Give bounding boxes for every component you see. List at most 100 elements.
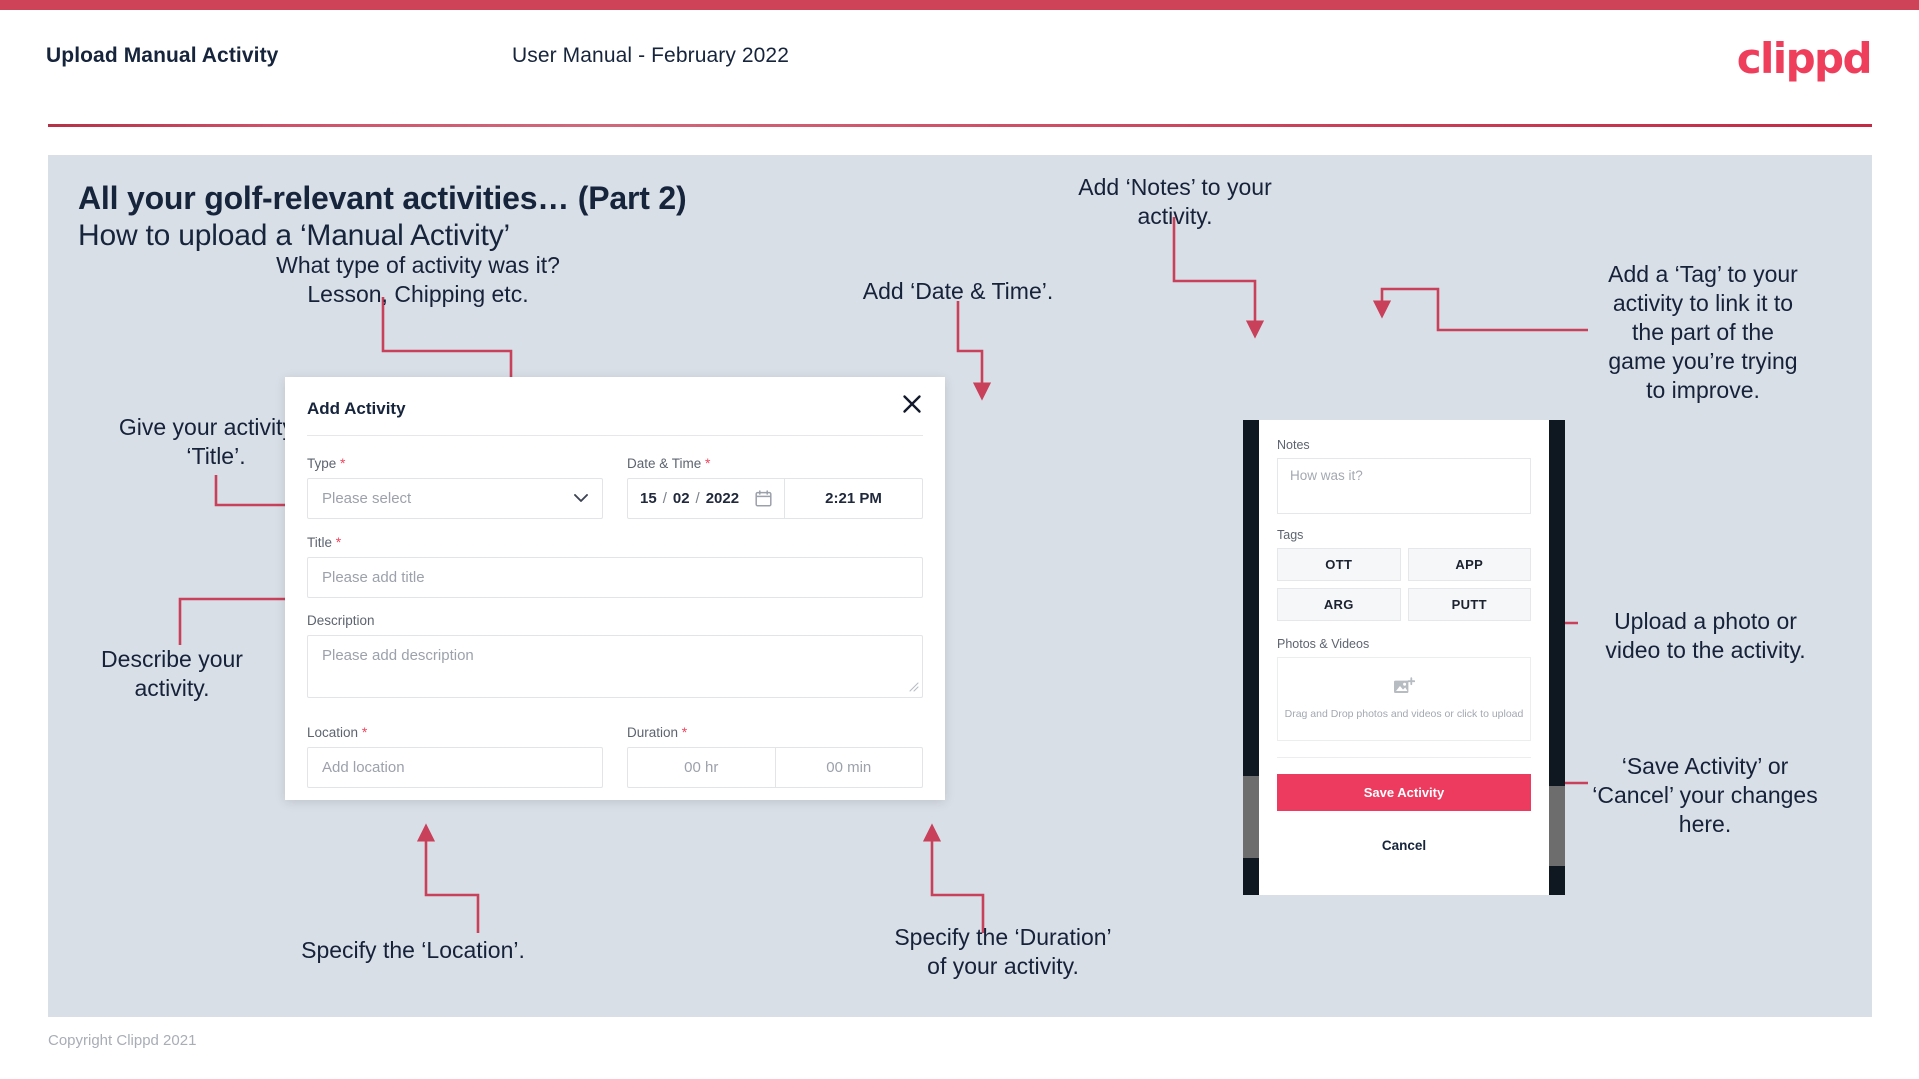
- header-divider: [48, 124, 1872, 127]
- top-accent-bar: [0, 0, 1919, 10]
- header-subtitle: User Manual - February 2022: [512, 44, 789, 67]
- tag-ott[interactable]: OTT: [1277, 548, 1401, 581]
- close-icon-glyph: [903, 395, 921, 413]
- duration-label-text: Duration: [627, 725, 679, 740]
- notes-label: Notes: [1277, 438, 1310, 452]
- slide-page: Upload Manual Activity User Manual - Feb…: [0, 0, 1919, 1079]
- title-label-text: Title: [307, 535, 333, 550]
- type-label: Type *: [307, 455, 603, 471]
- duration-minutes-input[interactable]: 00 min: [774, 748, 923, 787]
- annotation-save-cancel: ‘Save Activity’ or ‘Cancel’ your changes…: [1560, 752, 1850, 839]
- slide-body: All your golf-relevant activities… (Part…: [48, 155, 1872, 1017]
- date-time-control: 15 / 02 / 2022 2:21 PM: [627, 478, 923, 519]
- duration-label: Duration *: [627, 724, 923, 740]
- notes-placeholder: How was it?: [1290, 468, 1363, 483]
- phone-volume-button-right: [1549, 786, 1565, 866]
- title-label: Title *: [307, 534, 923, 550]
- location-input-placeholder: Add location: [322, 759, 405, 776]
- calendar-icon-glyph: [755, 490, 772, 507]
- annotation-location-text: Specify the ‘Location’.: [301, 937, 525, 963]
- chevron-down-icon-glyph: [574, 494, 588, 502]
- annotation-tags: Add a ‘Tag’ to your activity to link it …: [1588, 260, 1818, 405]
- date-month: 02: [672, 490, 690, 507]
- phone-volume-button-left: [1243, 776, 1259, 858]
- title-input[interactable]: Please add title: [307, 557, 923, 598]
- type-required-marker: *: [340, 455, 346, 471]
- type-select[interactable]: Please select: [307, 478, 603, 519]
- notes-textarea[interactable]: How was it?: [1277, 458, 1531, 514]
- slide-subheading: How to upload a ‘Manual Activity’: [78, 219, 510, 252]
- date-sep-1: /: [662, 490, 667, 507]
- date-day: 15: [640, 490, 657, 507]
- chevron-down-icon: [574, 492, 588, 506]
- footer-copyright: Copyright Clippd 2021: [48, 1032, 197, 1049]
- tag-putt[interactable]: PUTT: [1407, 588, 1531, 621]
- duration-hours-input[interactable]: 00 hr: [628, 748, 775, 787]
- cancel-button[interactable]: Cancel: [1277, 838, 1531, 853]
- description-label: Description: [307, 613, 923, 628]
- type-select-placeholder: Please select: [322, 490, 412, 507]
- annotation-title-text: Give your activity a ‘Title’.: [118, 414, 313, 469]
- phone-screen: Notes How was it? Tags OTT APP ARG PUTT …: [1259, 420, 1549, 895]
- field-group-date-time: Date & Time * 15 / 02 / 2022 2:21 PM: [627, 455, 923, 519]
- annotation-upload-text: Upload a photo or video to the activity.: [1605, 608, 1806, 663]
- annotation-notes: Add ‘Notes’ to your activity.: [1030, 173, 1320, 231]
- date-sep-2: /: [695, 490, 700, 507]
- header-title: Upload Manual Activity: [46, 44, 279, 67]
- field-group-title: Title * Please add title: [307, 534, 923, 598]
- field-group-duration: Duration * 00 hr 00 min: [627, 724, 923, 788]
- tags-grid: OTT APP ARG PUTT: [1277, 548, 1531, 621]
- annotation-date-time-text: Add ‘Date & Time’.: [862, 278, 1054, 304]
- field-group-type: Type * Please select: [307, 455, 603, 519]
- annotation-type: What type of activity was it? Lesson, Ch…: [268, 251, 568, 309]
- tag-arg[interactable]: ARG: [1277, 588, 1401, 621]
- annotation-upload: Upload a photo or video to the activity.: [1578, 607, 1833, 665]
- save-activity-button[interactable]: Save Activity: [1277, 774, 1531, 811]
- annotation-date-time: Add ‘Date & Time’.: [838, 277, 1078, 306]
- duration-required-marker: *: [681, 724, 688, 740]
- description-label-text: Description: [307, 613, 375, 628]
- title-input-placeholder: Please add title: [322, 569, 425, 586]
- date-time-required-marker: *: [705, 455, 711, 471]
- description-placeholder: Please add description: [322, 647, 474, 664]
- annotation-save-cancel-text: ‘Save Activity’ or ‘Cancel’ your changes…: [1592, 753, 1818, 837]
- date-time-label-text: Date & Time: [627, 456, 702, 471]
- date-year: 2022: [705, 490, 740, 507]
- dialog-header-divider: [307, 435, 923, 436]
- annotation-duration-text: Specify the ‘Duration’ of your activity.: [894, 924, 1112, 979]
- description-textarea[interactable]: Please add description: [307, 635, 923, 698]
- field-group-location: Location * Add location: [307, 724, 603, 788]
- annotation-location: Specify the ‘Location’.: [248, 936, 578, 965]
- phone-divider: [1277, 757, 1531, 758]
- date-input[interactable]: 15 / 02 / 2022: [628, 479, 784, 518]
- location-input[interactable]: Add location: [307, 747, 603, 788]
- phone-bezel-left: [1243, 420, 1259, 895]
- resize-grip-icon[interactable]: [908, 681, 919, 695]
- time-value: 2:21 PM: [825, 490, 882, 507]
- photo-dropzone[interactable]: Drag and Drop photos and videos or click…: [1277, 657, 1531, 741]
- tags-label: Tags: [1277, 528, 1304, 542]
- annotation-type-line1: What type of activity was it? Lesson, Ch…: [276, 252, 560, 307]
- slide-heading: All your golf-relevant activities… (Part…: [78, 180, 687, 216]
- time-input[interactable]: 2:21 PM: [784, 479, 922, 518]
- dialog-title: Add Activity: [307, 399, 406, 418]
- field-group-description: Description Please add description: [307, 613, 923, 698]
- clippd-logo: clippd: [1736, 34, 1873, 83]
- annotation-notes-text: Add ‘Notes’ to your activity.: [1078, 174, 1272, 229]
- annotation-description-text: Describe your activity.: [101, 646, 243, 701]
- calendar-icon[interactable]: [755, 490, 772, 507]
- photos-videos-label: Photos & Videos: [1277, 637, 1370, 651]
- close-icon[interactable]: [899, 391, 925, 417]
- annotation-duration: Specify the ‘Duration’ of your activity.: [858, 923, 1148, 981]
- phone-bezel-right: [1549, 420, 1565, 895]
- title-required-marker: *: [335, 534, 342, 550]
- phone-mockup: Notes How was it? Tags OTT APP ARG PUTT …: [1243, 420, 1565, 895]
- annotation-description: Describe your activity.: [56, 645, 288, 703]
- add-activity-dialog: Add Activity Type * Please select Date &…: [285, 377, 945, 800]
- tag-app[interactable]: APP: [1407, 548, 1531, 581]
- date-time-label: Date & Time *: [627, 455, 923, 471]
- image-add-icon: [1393, 677, 1416, 702]
- duration-control: 00 hr 00 min: [627, 747, 923, 788]
- annotation-tags-text: Add a ‘Tag’ to your activity to link it …: [1608, 261, 1798, 403]
- type-label-text: Type: [307, 456, 337, 471]
